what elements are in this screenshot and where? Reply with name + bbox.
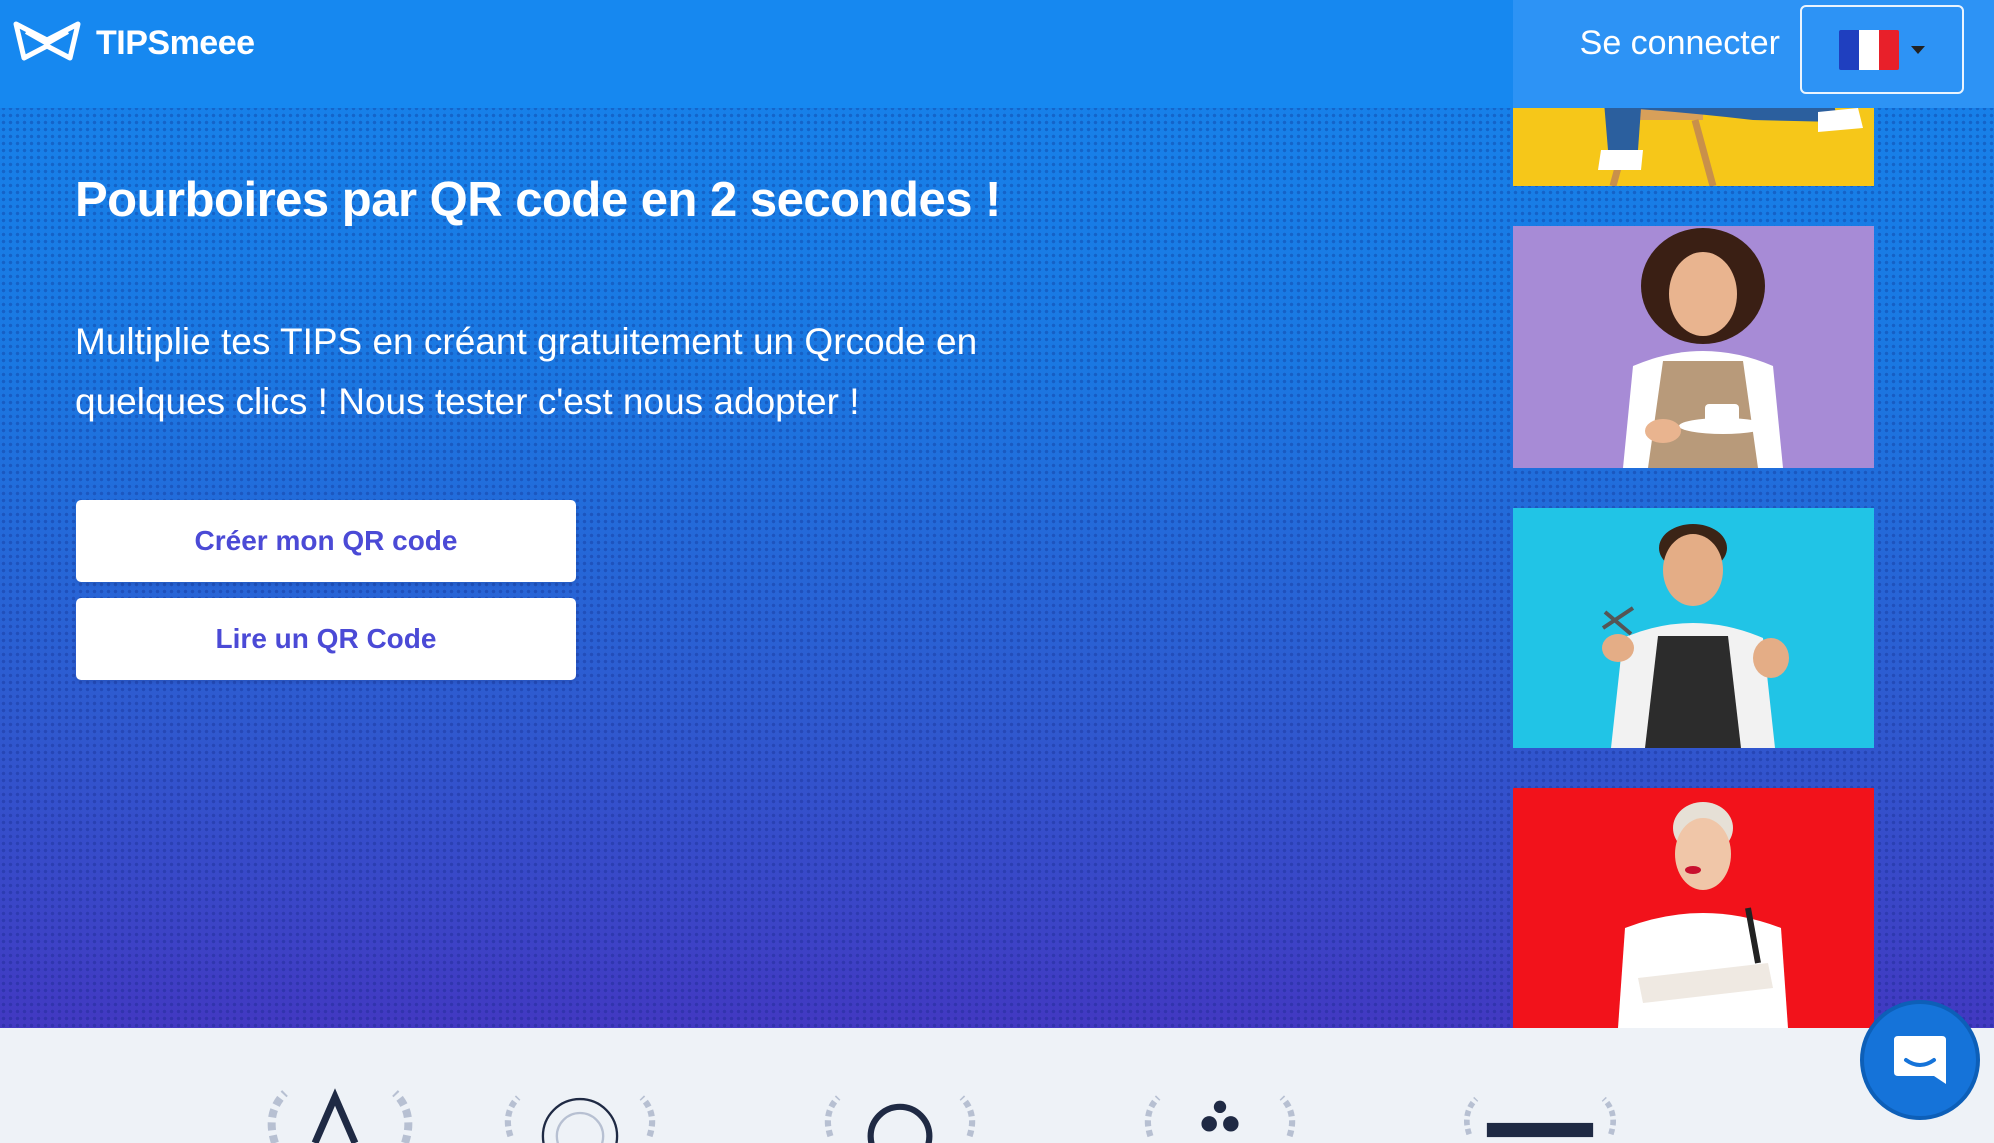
- award-logo-3: [824, 1095, 976, 1143]
- chat-bubble-icon: [1894, 1036, 1946, 1084]
- hero-title: Pourboires par QR code en 2 secondes !: [75, 173, 1001, 227]
- partners-strip: [0, 1028, 1994, 1143]
- caret-down-icon: [1911, 45, 1925, 54]
- award-logo-4: [1144, 1095, 1296, 1138]
- language-selector[interactable]: [1800, 5, 1964, 94]
- top-navbar: TIPSmeee Se connecter: [0, 0, 1994, 108]
- chat-button[interactable]: [1860, 1000, 1980, 1120]
- brand-name: TIPSmeee: [96, 24, 255, 62]
- barber-with-scissors-photo: [1513, 508, 1874, 748]
- award-logo-1: [267, 1088, 413, 1143]
- bowtie-logo-icon: [12, 18, 82, 69]
- award-logo-5: [1464, 1096, 1616, 1138]
- read-qr-button[interactable]: Lire un QR Code: [76, 598, 576, 680]
- waitress-with-coffee-photo: [1513, 226, 1874, 468]
- login-link[interactable]: Se connecter: [1580, 24, 1780, 63]
- hero-subtitle: Multiplie tes TIPS en créant gratuitemen…: [75, 321, 978, 422]
- create-qr-button[interactable]: Créer mon QR code: [76, 500, 576, 582]
- france-flag-icon: [1839, 29, 1899, 70]
- award-logo-2: [504, 1095, 656, 1143]
- makeup-artist-photo: [1513, 788, 1874, 1028]
- brand-logo[interactable]: TIPSmeee: [12, 18, 255, 69]
